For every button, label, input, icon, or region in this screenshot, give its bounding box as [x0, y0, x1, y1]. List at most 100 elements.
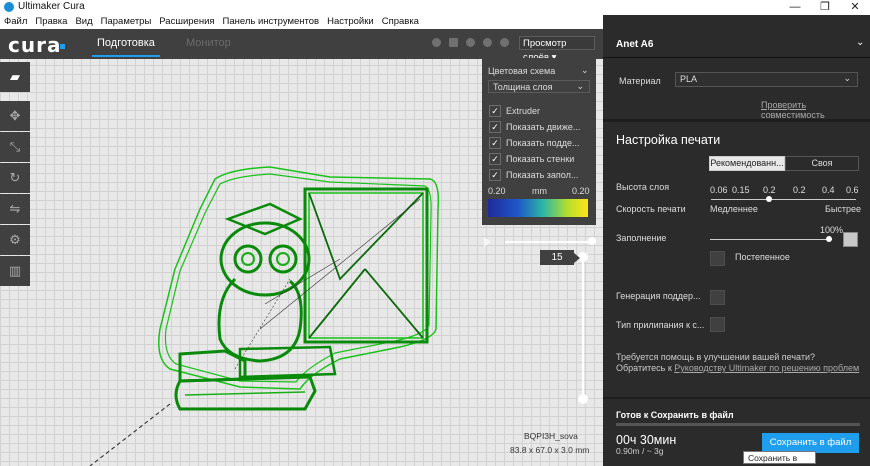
material-usage: 0.90m / ~ 3g [616, 446, 664, 456]
cura-logo: cura [8, 33, 62, 57]
open-file-button[interactable]: ▰ [0, 62, 30, 92]
move-tool-button[interactable]: ✥ [0, 101, 30, 131]
label-show-infill: Показать запол... [506, 170, 579, 180]
view-3d-icon[interactable] [432, 38, 441, 47]
printer-selector[interactable]: Anet A6 [616, 39, 653, 50]
check-compatibility-link[interactable]: Проверить совместимость [761, 100, 870, 120]
layer-slider-track[interactable] [582, 256, 584, 398]
label-show-shell: Показать стенки [506, 154, 575, 164]
help-text: Требуется помощь в улучшении вашей печат… [616, 352, 815, 362]
infill-slider-handle[interactable] [826, 236, 832, 242]
per-model-settings-button[interactable]: ⚙ [0, 225, 30, 255]
view-top-icon[interactable] [466, 38, 475, 47]
layer-height-tick-5: 0.6 [846, 185, 859, 195]
view-right-icon[interactable] [500, 38, 509, 47]
troubleshooting-guide-link[interactable]: Руководству Ultimaker по решению проблем [674, 363, 859, 373]
rotate-icon: ↻ [9, 170, 21, 185]
current-layer-pointer [574, 253, 580, 263]
gradual-infill-label: Постепенное [735, 252, 790, 262]
rotate-tool-button[interactable]: ↻ [0, 163, 30, 193]
menu-toolbox[interactable]: Панель инструментов [219, 15, 324, 29]
label-show-travels: Показать движе... [506, 122, 581, 132]
play-icon[interactable] [484, 237, 491, 247]
menu-edit[interactable]: Правка [31, 15, 71, 29]
gradual-infill-checkbox[interactable] [710, 251, 725, 266]
layer-height-slider-handle[interactable] [766, 196, 772, 202]
support-label: Генерация поддер... [616, 291, 701, 301]
menu-file[interactable]: Файл [0, 15, 31, 29]
support-blocker-icon: ▥ [8, 263, 22, 278]
close-button[interactable]: ✕ [838, 0, 870, 15]
layer-height-tick-2: 0.2 [763, 185, 776, 195]
color-scheme-dropdown[interactable]: Толщина слоя ⌄ [488, 80, 590, 93]
menu-view[interactable]: Вид [71, 15, 96, 29]
material-value: PLA [680, 74, 698, 84]
title-bar: Ultimaker Cura — ❐ ✕ [0, 0, 870, 15]
print-speed-label: Скорость печати [616, 204, 686, 214]
layer-height-slider-track[interactable] [711, 199, 856, 200]
tab-prepare[interactable]: Подготовка [97, 37, 155, 49]
legend-min: 0.20 [488, 186, 506, 196]
material-label: Материал [619, 76, 661, 86]
model-name: BQPI3H_sova [524, 431, 578, 441]
menu-settings[interactable]: Параметры [97, 15, 156, 29]
tab-monitor[interactable]: Монитор [186, 37, 231, 49]
save-to-file-button[interactable]: Сохранить в файл [762, 433, 859, 453]
chevron-down-icon[interactable]: ⌄ [856, 37, 864, 48]
checkbox-extruder[interactable]: ✓ [489, 105, 501, 117]
layer-slider-lower-handle[interactable] [578, 394, 588, 404]
view-mode-dropdown[interactable]: Просмотр слоёв ▾ [519, 36, 595, 63]
material-dropdown[interactable]: PLA ⌄ [675, 72, 858, 87]
mirror-icon: ⇋ [9, 201, 21, 216]
chevron-down-icon: ⌄ [576, 81, 584, 91]
menu-preferences[interactable]: Настройки [323, 15, 378, 29]
legend-unit: mm [532, 186, 547, 196]
checkbox-show-infill[interactable]: ✓ [489, 169, 501, 181]
speed-faster-label: Быстрее [825, 204, 862, 214]
infill-density-icon [843, 232, 858, 247]
support-checkbox[interactable] [710, 290, 725, 305]
active-tab-indicator [92, 55, 160, 57]
menu-help[interactable]: Справка [378, 15, 423, 29]
left-toolbar: ▰ ✥ ⤡ ↻ ⇋ ⚙ ▥ [0, 62, 30, 287]
support-blocker-button[interactable]: ▥ [0, 256, 30, 286]
menu-extensions[interactable]: Расширения [155, 15, 218, 29]
settings-sidebar: Anet A6 ⌄ Материал PLA ⌄ Проверить совме… [603, 15, 870, 466]
speed-slower-label: Медленнее [710, 204, 758, 214]
label-extruder: Extruder [506, 106, 541, 116]
scale-tool-button[interactable]: ⤡ [0, 132, 30, 162]
infill-slider-track[interactable] [710, 239, 832, 240]
checkbox-show-travels[interactable]: ✓ [489, 121, 501, 133]
folder-icon: ▰ [10, 69, 20, 84]
checkbox-show-helpers[interactable]: ✓ [489, 137, 501, 149]
minimize-button[interactable]: — [778, 0, 812, 15]
layer-height-tick-0: 0.06 [710, 185, 728, 195]
window-title: Ultimaker Cura [18, 1, 85, 12]
adhesion-checkbox[interactable] [710, 317, 725, 332]
help-text-line2: Обратитесь к Руководству Ultimaker по ре… [616, 363, 859, 373]
layer-height-tick-3: 0.2 [793, 185, 806, 195]
color-scheme-label: Цветовая схема [488, 66, 556, 76]
layer-height-tick-4: 0.4 [822, 185, 835, 195]
collapse-chevron-icon[interactable]: ⌄ [581, 65, 589, 76]
slicing-progress-bar [616, 423, 860, 426]
divider [603, 119, 870, 122]
adhesion-label: Тип прилипания к с... [616, 320, 705, 330]
view-left-icon[interactable] [483, 38, 492, 47]
path-slider-track[interactable] [505, 241, 593, 243]
layer-height-label: Высота слоя [616, 182, 670, 192]
divider [603, 57, 870, 58]
mirror-tool-button[interactable]: ⇋ [0, 194, 30, 224]
tab-recommended[interactable]: Рекомендованн... [709, 156, 785, 171]
per-model-settings-icon: ⚙ [9, 232, 21, 247]
print-time: 00ч 30мин [616, 433, 677, 447]
view-front-icon[interactable] [449, 38, 458, 47]
cura-logo-dot [60, 44, 65, 49]
chevron-down-icon: ⌄ [843, 73, 851, 83]
restore-button[interactable]: ❐ [808, 0, 842, 15]
path-slider-handle[interactable] [588, 237, 596, 245]
current-layer-input[interactable]: 15 [540, 250, 574, 265]
help-prefix: Обратитесь к [616, 363, 675, 373]
tab-custom[interactable]: Своя [785, 156, 859, 171]
checkbox-show-shell[interactable]: ✓ [489, 153, 501, 165]
